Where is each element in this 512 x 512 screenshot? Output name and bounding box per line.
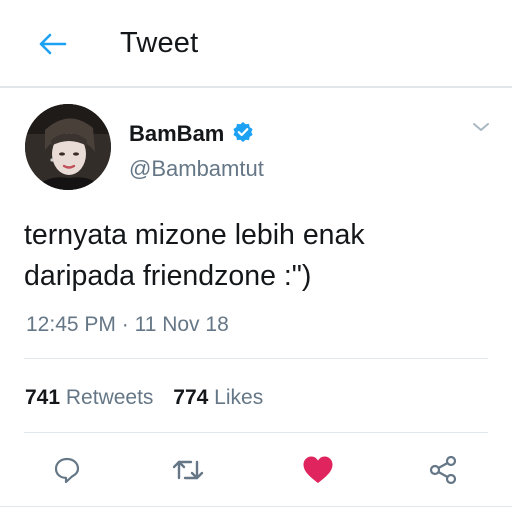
retweets-label: Retweets (65, 386, 154, 409)
retweet-icon (172, 460, 204, 480)
tweet-date: 11 Nov 18 (134, 313, 229, 336)
verified-badge-icon (233, 122, 253, 142)
retweet-button[interactable] (170, 452, 206, 488)
share-icon (429, 455, 457, 485)
likes-stat[interactable]: 774 Likes (173, 386, 263, 410)
divider (24, 358, 488, 359)
arrow-left-icon (39, 33, 67, 55)
heart-icon (303, 456, 333, 483)
likes-count: 774 (173, 386, 209, 409)
divider (0, 506, 512, 507)
author-name[interactable]: BamBam (129, 121, 224, 147)
tweet-stats: 741 Retweets 774 Likes (25, 386, 263, 410)
tweet-text-line: ternyata mizone lebih enak (24, 219, 365, 251)
like-button[interactable] (300, 452, 336, 488)
reply-button[interactable] (49, 452, 85, 488)
likes-label: Likes (214, 386, 264, 409)
tweet-text: ternyata mizone lebih enak daripada frie… (24, 215, 494, 297)
tweet-timestamp: 12:45 PM · 11 Nov 18 (26, 313, 229, 337)
tweet-time: 12:45 PM (26, 313, 116, 336)
divider (24, 432, 488, 433)
retweets-count: 741 (25, 386, 61, 409)
author-handle[interactable]: @Bambamtut (129, 156, 264, 182)
retweets-stat[interactable]: 741 Retweets (25, 386, 153, 410)
back-button[interactable] (36, 30, 68, 58)
share-button[interactable] (425, 452, 461, 488)
page-title: Tweet (120, 27, 199, 59)
chevron-down-icon[interactable] (470, 118, 492, 136)
tweet-detail-screen: Tweet BamBam @Bambamtut ternyata mizone … (0, 0, 512, 512)
tweet-text-line: daripada friendzone :") (24, 260, 312, 292)
top-bar: Tweet (0, 0, 512, 88)
reply-icon (54, 457, 80, 484)
avatar[interactable] (25, 104, 111, 190)
meta-separator: · (121, 313, 129, 336)
